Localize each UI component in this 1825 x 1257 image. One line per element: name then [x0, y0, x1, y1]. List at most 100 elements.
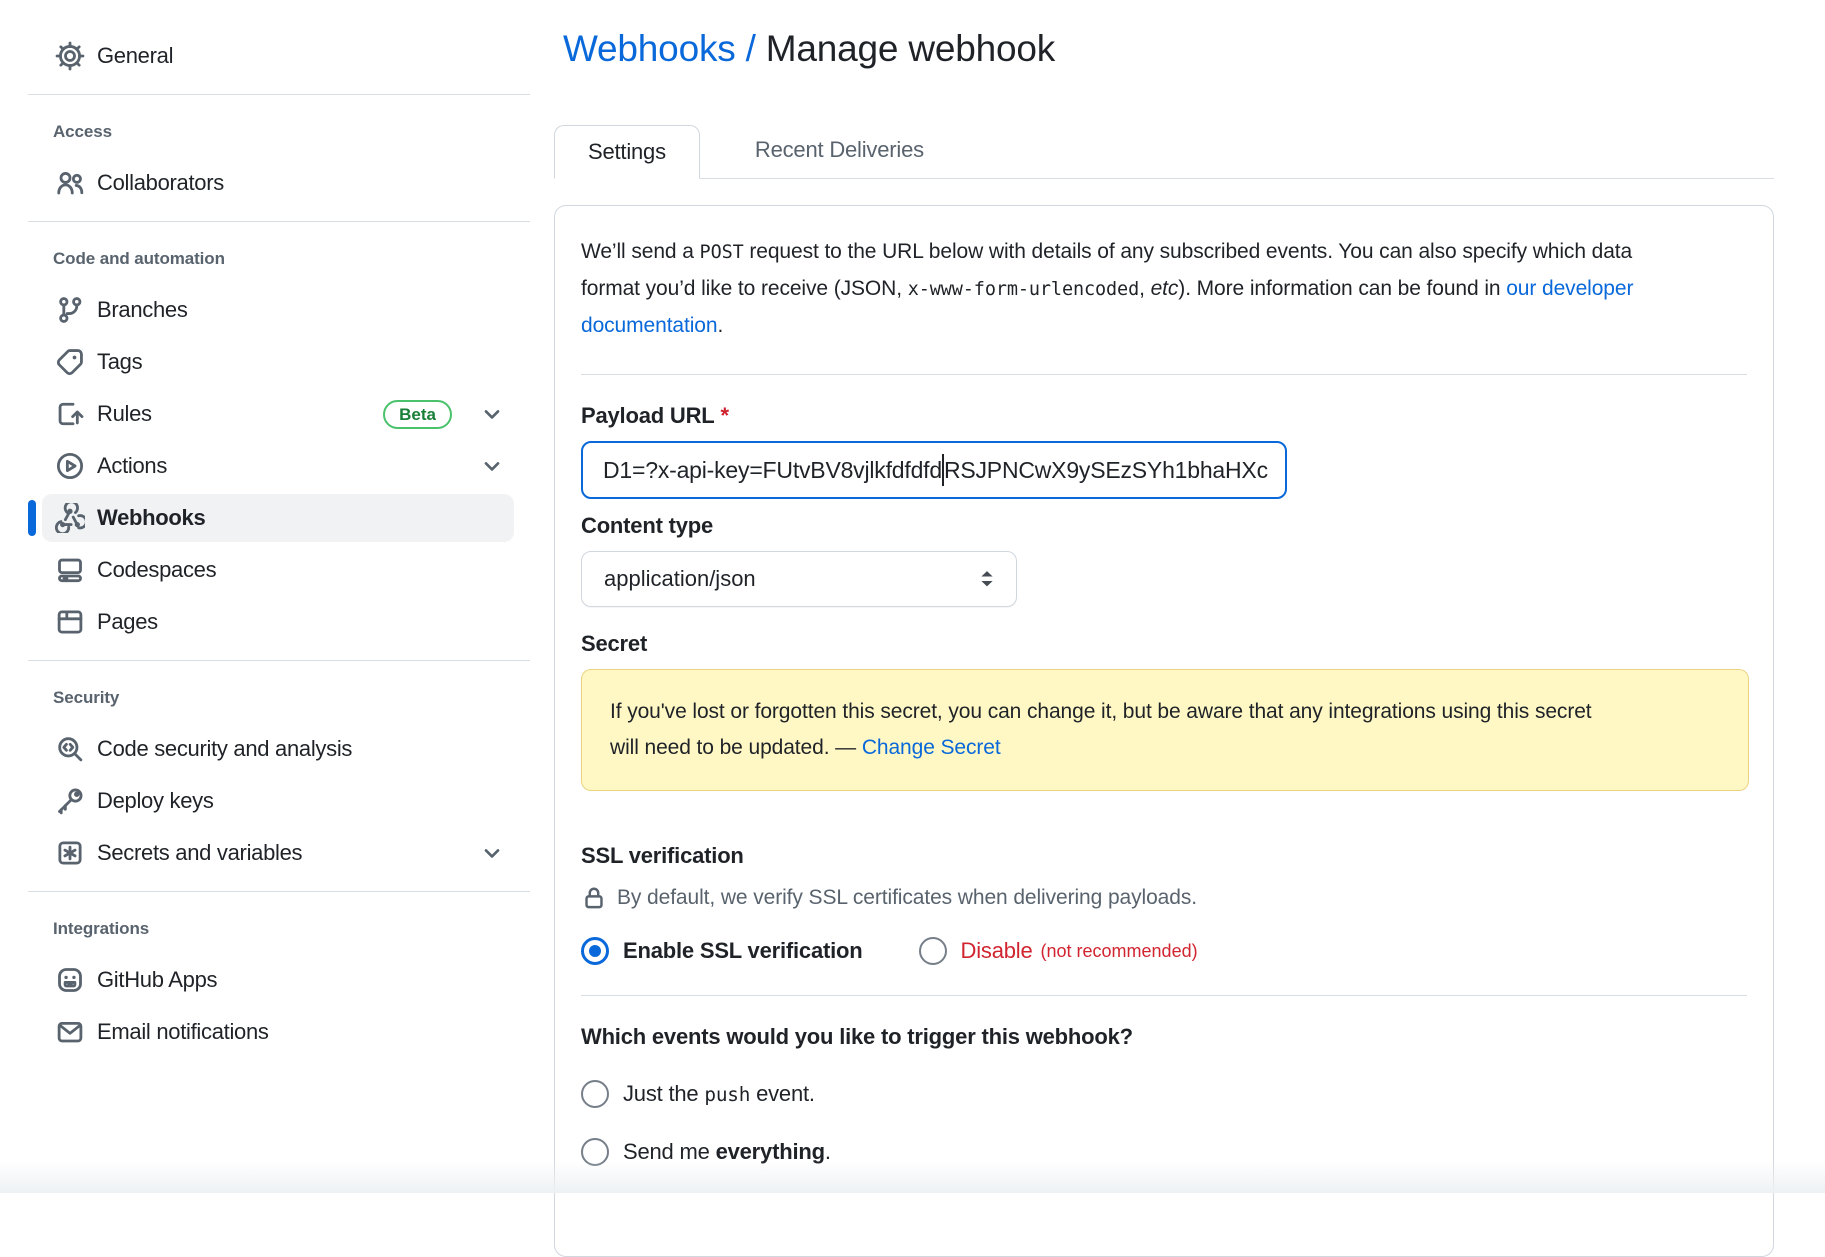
sidebar-item-label: Deploy keys	[97, 788, 214, 814]
sidebar-divider	[28, 94, 530, 95]
lock-icon	[581, 885, 607, 911]
disable-ssl-label[interactable]: Disable	[961, 938, 1033, 964]
event-option-everything: Send me everything.	[581, 1138, 1747, 1166]
enable-ssl-label[interactable]: Enable SSL verification	[623, 938, 863, 964]
send-everything-label[interactable]: Send me everything.	[623, 1139, 831, 1165]
radio-disable-ssl[interactable]	[919, 937, 947, 965]
sidebar-divider	[28, 891, 530, 892]
webhook-icon	[55, 503, 85, 533]
sidebar-item-label: Pages	[97, 609, 158, 635]
sidebar-section-list: Branches Tags Rules Beta Actions Webhooks Code…	[28, 286, 530, 646]
chevron-down-icon	[466, 402, 504, 426]
sidebar-item-label: Actions	[97, 453, 167, 479]
payload-url-input[interactable]: D1=?x-api-key=FUtvBV8vjlkfdfdfdRSJPNCwX9…	[581, 441, 1287, 499]
sidebar-item-deploy-keys[interactable]: Deploy keys	[42, 777, 514, 825]
developer-documentation-link-cont[interactable]: documentation	[581, 314, 717, 337]
content-type-select[interactable]: application/json	[581, 551, 1017, 607]
content-type-label: Content type	[581, 513, 1747, 539]
divider	[581, 995, 1747, 996]
secrets-icon	[55, 838, 85, 868]
sidebar-section-access: Access	[53, 115, 530, 149]
sidebar-item-label: Branches	[97, 297, 188, 323]
sidebar-section-code-and-automation: Code and automation	[53, 242, 530, 276]
required-asterisk: *	[721, 403, 729, 428]
sidebar-section-list: GitHub Apps Email notifications	[28, 956, 530, 1056]
tab-settings[interactable]: Settings	[554, 125, 700, 179]
sidebar-item-label: Tags	[97, 349, 142, 375]
tabnav: Settings Recent Deliveries	[554, 124, 1774, 179]
main-content: Webhooks / Manage webhook Settings Recen…	[554, 0, 1774, 1257]
page-title-text: Manage webhook	[766, 28, 1055, 69]
page-title: Webhooks / Manage webhook	[563, 28, 1774, 70]
sidebar-item-github-apps[interactable]: GitHub Apps	[42, 956, 514, 1004]
sidebar-item-branches[interactable]: Branches	[42, 286, 514, 334]
just-push-label[interactable]: Just the push event.	[623, 1081, 815, 1107]
sidebar-section-list: General	[28, 32, 530, 80]
sidebar-item-label: GitHub Apps	[97, 967, 217, 993]
sidebar-item-label: Webhooks	[97, 505, 205, 531]
beta-badge: Beta	[383, 400, 452, 429]
sidebar-item-label: Rules	[97, 401, 152, 427]
sidebar-divider	[28, 660, 530, 661]
browser-icon	[55, 607, 85, 637]
sidebar-item-code-security-and-analysis[interactable]: Code security and analysis	[42, 725, 514, 773]
sidebar-item-label: Secrets and variables	[97, 840, 302, 866]
chevron-down-icon	[466, 841, 504, 865]
sidebar-nav: General Access Collaborators Code and autom…	[28, 32, 530, 1056]
event-option-push: Just the push event.	[581, 1080, 1747, 1108]
sidebar-item-webhooks[interactable]: Webhooks	[42, 494, 514, 542]
events-question: Which events would you like to trigger t…	[581, 1024, 1747, 1050]
intro-line-3: documentation.	[581, 308, 1747, 344]
sidebar-section-list: Code security and analysis Deploy keys Sec…	[28, 725, 530, 877]
mail-icon	[55, 1017, 85, 1047]
radio-enable-ssl[interactable]	[581, 937, 609, 965]
payload-url-label: Payload URL*	[581, 403, 1747, 429]
secret-warning-box: If you've lost or forgotten this secret,…	[581, 669, 1749, 791]
sidebar-section-security: Security	[53, 681, 530, 715]
codespaces-icon	[55, 555, 85, 585]
settings-sidebar: General Access Collaborators Code and autom…	[0, 0, 530, 1193]
sidebar-item-label: Codespaces	[97, 557, 216, 583]
tag-icon	[55, 347, 85, 377]
developer-documentation-link[interactable]: our developer	[1506, 277, 1633, 300]
updown-arrows-icon	[976, 566, 998, 592]
secret-warning-line-1: If you've lost or forgotten this secret,…	[610, 694, 1720, 730]
sidebar-item-general[interactable]: General	[42, 32, 514, 80]
key-icon	[55, 786, 85, 816]
sidebar-item-label: General	[97, 43, 173, 69]
sidebar-item-actions[interactable]: Actions	[42, 442, 514, 490]
breadcrumb-webhooks-link[interactable]: Webhooks /	[563, 28, 766, 69]
radio-just-push[interactable]	[581, 1080, 609, 1108]
intro-line-2: format you’d like to receive (JSON, x-ww…	[581, 271, 1747, 308]
sidebar-section-integrations: Integrations	[53, 912, 530, 946]
radio-send-everything[interactable]	[581, 1138, 609, 1166]
intro-line-1: We’ll send a POST request to the URL bel…	[581, 234, 1747, 271]
sidebar-item-tags[interactable]: Tags	[42, 338, 514, 386]
codescan-icon	[55, 734, 85, 764]
sidebar-item-collaborators[interactable]: Collaborators	[42, 159, 514, 207]
ssl-verification-heading: SSL verification	[581, 843, 1747, 869]
secret-warning-line-2: will need to be updated. — Change Secret	[610, 730, 1720, 766]
change-secret-link[interactable]: Change Secret	[862, 736, 1001, 759]
webhook-settings-panel: We’ll send a POST request to the URL bel…	[554, 205, 1774, 1257]
gear-icon	[55, 41, 85, 71]
sidebar-item-email-notifications[interactable]: Email notifications	[42, 1008, 514, 1056]
ssl-description: By default, we verify SSL certificates w…	[581, 885, 1747, 911]
play-icon	[55, 451, 85, 481]
secret-label: Secret	[581, 631, 1747, 657]
sidebar-item-pages[interactable]: Pages	[42, 598, 514, 646]
rules-icon	[55, 399, 85, 429]
sidebar-section-list: Collaborators	[28, 159, 530, 207]
sidebar-item-codespaces[interactable]: Codespaces	[42, 546, 514, 594]
tab-recent-deliveries[interactable]: Recent Deliveries	[722, 124, 957, 178]
chevron-down-icon	[466, 454, 504, 478]
divider	[581, 374, 1747, 375]
sidebar-item-rules[interactable]: Rules Beta	[42, 390, 514, 438]
intro-paragraph: We’ll send a POST request to the URL bel…	[581, 234, 1747, 344]
disable-ssl-note: (not recommended)	[1041, 941, 1198, 962]
sidebar-item-secrets-and-variables[interactable]: Secrets and variables	[42, 829, 514, 877]
apps-icon	[55, 965, 85, 995]
git-branch-icon	[55, 295, 85, 325]
sidebar-item-label: Collaborators	[97, 170, 224, 196]
sidebar-item-label: Code security and analysis	[97, 736, 352, 762]
